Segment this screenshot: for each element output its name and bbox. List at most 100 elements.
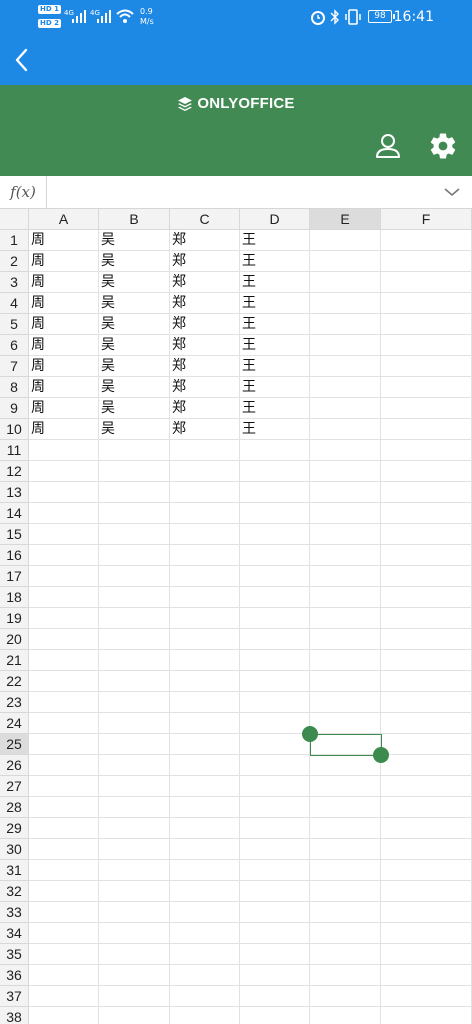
cell-c35[interactable]	[170, 944, 240, 965]
cell-a28[interactable]	[29, 797, 99, 818]
cell-c30[interactable]	[170, 839, 240, 860]
cell-e27[interactable]	[310, 776, 381, 797]
cell-c16[interactable]	[170, 545, 240, 566]
cell-a27[interactable]	[29, 776, 99, 797]
cell-a32[interactable]	[29, 881, 99, 902]
cell-f21[interactable]	[381, 650, 472, 671]
cell-c34[interactable]	[170, 923, 240, 944]
cell-f7[interactable]	[381, 356, 472, 377]
cell-b9[interactable]: 吴	[99, 398, 170, 419]
cell-b21[interactable]	[99, 650, 170, 671]
cell-b31[interactable]	[99, 860, 170, 881]
cell-d26[interactable]	[240, 755, 310, 776]
row-header[interactable]: 22	[0, 671, 29, 692]
cell-f12[interactable]	[381, 461, 472, 482]
cell-d28[interactable]	[240, 797, 310, 818]
cell-e38[interactable]	[310, 1007, 381, 1024]
cell-d38[interactable]	[240, 1007, 310, 1024]
cell-d6[interactable]: 王	[240, 335, 310, 356]
cell-f9[interactable]	[381, 398, 472, 419]
cell-a12[interactable]	[29, 461, 99, 482]
cell-d25[interactable]	[240, 734, 310, 755]
cell-c14[interactable]	[170, 503, 240, 524]
cell-c11[interactable]	[170, 440, 240, 461]
cell-f24[interactable]	[381, 713, 472, 734]
cell-e14[interactable]	[310, 503, 381, 524]
cell-c12[interactable]	[170, 461, 240, 482]
cell-e6[interactable]	[310, 335, 381, 356]
cell-b18[interactable]	[99, 587, 170, 608]
cell-a19[interactable]	[29, 608, 99, 629]
formula-input[interactable]	[48, 176, 432, 208]
cell-c32[interactable]	[170, 881, 240, 902]
cell-b22[interactable]	[99, 671, 170, 692]
cell-f8[interactable]	[381, 377, 472, 398]
cell-d8[interactable]: 王	[240, 377, 310, 398]
cell-a3[interactable]: 周	[29, 272, 99, 293]
cell-d5[interactable]: 王	[240, 314, 310, 335]
row-header[interactable]: 14	[0, 503, 29, 524]
cell-a10[interactable]: 周	[29, 419, 99, 440]
cell-e25[interactable]	[310, 734, 381, 755]
cell-e21[interactable]	[310, 650, 381, 671]
cell-a14[interactable]	[29, 503, 99, 524]
cell-a20[interactable]	[29, 629, 99, 650]
cell-f26[interactable]	[381, 755, 472, 776]
cell-c36[interactable]	[170, 965, 240, 986]
cell-e1[interactable]	[310, 230, 381, 251]
row-header[interactable]: 6	[0, 335, 29, 356]
cell-c33[interactable]	[170, 902, 240, 923]
cell-c8[interactable]: 郑	[170, 377, 240, 398]
cell-c19[interactable]	[170, 608, 240, 629]
cell-d20[interactable]	[240, 629, 310, 650]
row-header[interactable]: 5	[0, 314, 29, 335]
cell-c18[interactable]	[170, 587, 240, 608]
cell-e34[interactable]	[310, 923, 381, 944]
cell-f20[interactable]	[381, 629, 472, 650]
cell-d36[interactable]	[240, 965, 310, 986]
cell-c25[interactable]	[170, 734, 240, 755]
cell-b23[interactable]	[99, 692, 170, 713]
selection-handle-top-left[interactable]	[302, 726, 318, 742]
cell-a35[interactable]	[29, 944, 99, 965]
cell-a4[interactable]: 周	[29, 293, 99, 314]
cell-d24[interactable]	[240, 713, 310, 734]
cell-d3[interactable]: 王	[240, 272, 310, 293]
row-header[interactable]: 8	[0, 377, 29, 398]
row-header[interactable]: 36	[0, 965, 29, 986]
row-header[interactable]: 12	[0, 461, 29, 482]
cell-d37[interactable]	[240, 986, 310, 1007]
cell-b24[interactable]	[99, 713, 170, 734]
cell-e9[interactable]	[310, 398, 381, 419]
cell-d12[interactable]	[240, 461, 310, 482]
cell-e23[interactable]	[310, 692, 381, 713]
cell-e29[interactable]	[310, 818, 381, 839]
cell-e11[interactable]	[310, 440, 381, 461]
cell-c2[interactable]: 郑	[170, 251, 240, 272]
row-header[interactable]: 28	[0, 797, 29, 818]
cell-b14[interactable]	[99, 503, 170, 524]
row-header[interactable]: 37	[0, 986, 29, 1007]
column-header-d[interactable]: D	[240, 209, 310, 230]
cell-e22[interactable]	[310, 671, 381, 692]
row-header[interactable]: 34	[0, 923, 29, 944]
cell-d18[interactable]	[240, 587, 310, 608]
cell-b38[interactable]	[99, 1007, 170, 1024]
cell-c9[interactable]: 郑	[170, 398, 240, 419]
cell-b8[interactable]: 吴	[99, 377, 170, 398]
cell-b27[interactable]	[99, 776, 170, 797]
cell-c22[interactable]	[170, 671, 240, 692]
row-header[interactable]: 25	[0, 734, 29, 755]
cell-f18[interactable]	[381, 587, 472, 608]
cell-b13[interactable]	[99, 482, 170, 503]
row-header[interactable]: 24	[0, 713, 29, 734]
cell-f38[interactable]	[381, 1007, 472, 1024]
cell-e35[interactable]	[310, 944, 381, 965]
row-header[interactable]: 11	[0, 440, 29, 461]
cell-d1[interactable]: 王	[240, 230, 310, 251]
cell-b37[interactable]	[99, 986, 170, 1007]
cell-f37[interactable]	[381, 986, 472, 1007]
cell-b5[interactable]: 吴	[99, 314, 170, 335]
cell-d15[interactable]	[240, 524, 310, 545]
row-header[interactable]: 7	[0, 356, 29, 377]
